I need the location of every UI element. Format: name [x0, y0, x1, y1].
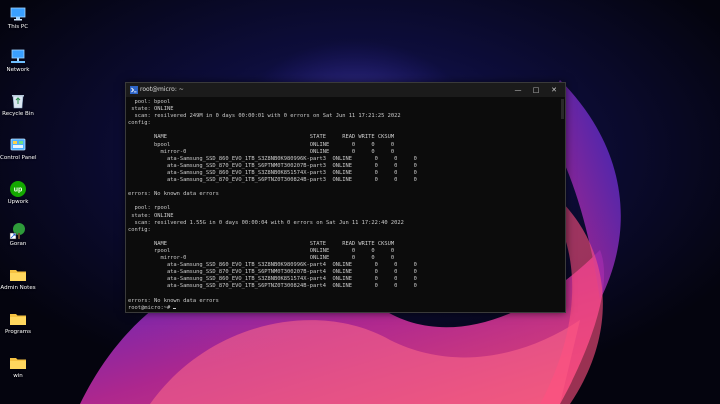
terminal-line: ata-Samsung_SSD_870_EVO_1TB_S6PTNZ0T3008… — [128, 177, 417, 184]
desktop-icon-programs[interactable]: Programs — [0, 310, 36, 336]
desktop-icon-label: Upwork — [7, 199, 29, 205]
terminal-line: rpool ONLINE 0 0 0 — [128, 247, 395, 254]
network-icon — [11, 49, 25, 63]
terminal-prompt-line[interactable]: root@micro:~# — [128, 305, 563, 310]
desktop-icon-label: Control Panel — [0, 155, 37, 161]
desktop-icon-label: Recycle Bin — [2, 111, 34, 117]
terminal-line: scan: resilvered 249M in 0 days 00:00:01… — [128, 113, 401, 120]
desktop-icon-goran[interactable]: Goran — [0, 222, 36, 248]
desktop-icon-label: This PC — [7, 24, 29, 30]
folder-icon — [10, 358, 26, 369]
upwork-icon: up — [10, 181, 26, 197]
terminal-scrollbar[interactable] — [561, 99, 564, 119]
goran-shortcut-icon — [9, 223, 25, 240]
desktop-icon-control-panel[interactable]: Control Panel — [0, 136, 36, 162]
terminal-line: ata-Samsung_SSD_870_EVO_1TB_S6PTNM0T3002… — [128, 269, 417, 276]
folder-icon — [10, 314, 26, 325]
terminal-line: mirror-0 ONLINE 0 0 0 — [128, 255, 395, 262]
terminal-app-icon — [130, 86, 138, 94]
terminal-line: ata-Samsung_SSD_860_EVO_1TB_S3Z8NB0K9809… — [128, 155, 417, 162]
terminal-line: state: ONLINE — [128, 212, 174, 219]
desktop-icon-label: Admin Notes — [0, 285, 36, 291]
terminal-window[interactable]: root@micro: ~ — □ ✕ pool: bpool state: O… — [125, 82, 566, 313]
desktop-icon-label: Goran — [9, 241, 27, 247]
shell-prompt: root@micro:~# — [128, 304, 174, 310]
this-pc-icon — [10, 7, 26, 21]
terminal-line: config: — [128, 120, 151, 127]
folder-icon — [10, 270, 26, 281]
terminal-line: state: ONLINE — [128, 106, 174, 113]
desktop-icon-upwork[interactable]: up Upwork — [0, 180, 36, 206]
desktop-icon-win[interactable]: win — [0, 354, 36, 380]
terminal-line: NAME STATE READ WRITE CKSUM — [128, 240, 395, 247]
terminal-line: mirror-0 ONLINE 0 0 0 — [128, 148, 395, 155]
window-title: root@micro: ~ — [140, 86, 184, 93]
terminal-line: errors: No known data errors — [128, 191, 219, 198]
terminal-line: bpool ONLINE 0 0 0 — [128, 141, 395, 148]
desktop-icon-network[interactable]: Network — [0, 48, 36, 74]
text-cursor — [173, 307, 177, 309]
terminal-line: NAME STATE READ WRITE CKSUM — [128, 134, 395, 141]
maximize-button[interactable]: □ — [527, 83, 545, 97]
control-panel-icon — [10, 138, 26, 151]
recycle-bin-icon — [12, 95, 24, 109]
terminal-line: ata-Samsung_SSD_860_EVO_1TB_S3Z8NB0K9809… — [128, 262, 417, 269]
terminal-titlebar[interactable]: root@micro: ~ — □ ✕ — [126, 83, 565, 97]
desktop-icon-recycle-bin[interactable]: Recycle Bin — [0, 92, 36, 118]
terminal-line: ata-Samsung_SSD_860_EVO_1TB_S3Z8NB0K8515… — [128, 169, 417, 176]
svg-text:up: up — [14, 187, 23, 194]
terminal-line: ata-Samsung_SSD_870_EVO_1TB_S6PTNZ0T3008… — [128, 283, 417, 290]
desktop-icon-admin-notes[interactable]: Admin Notes — [0, 266, 36, 292]
terminal-line: errors: No known data errors — [128, 297, 219, 304]
close-button[interactable]: ✕ — [545, 83, 563, 97]
terminal-line: config: — [128, 226, 151, 233]
desktop-icon-this-pc[interactable]: This PC — [0, 5, 36, 31]
desktop-icon-label: win — [13, 373, 23, 379]
terminal-line: scan: resilvered 1.55G in 0 days 00:00:0… — [128, 219, 404, 226]
terminal-output[interactable]: pool: bpool state: ONLINE scan: resilver… — [128, 99, 563, 310]
desktop-icon-label: Network — [6, 67, 30, 73]
terminal-line: ata-Samsung_SSD_870_EVO_1TB_S6PTNM0T3002… — [128, 162, 417, 169]
desktop-icon-label: Programs — [4, 329, 32, 335]
terminal-line: pool: rpool — [128, 205, 171, 212]
terminal-line: ata-Samsung_SSD_860_EVO_1TB_S3Z8NB0K8515… — [128, 276, 417, 283]
minimize-button[interactable]: — — [509, 83, 527, 97]
terminal-line: pool: bpool — [128, 99, 171, 105]
